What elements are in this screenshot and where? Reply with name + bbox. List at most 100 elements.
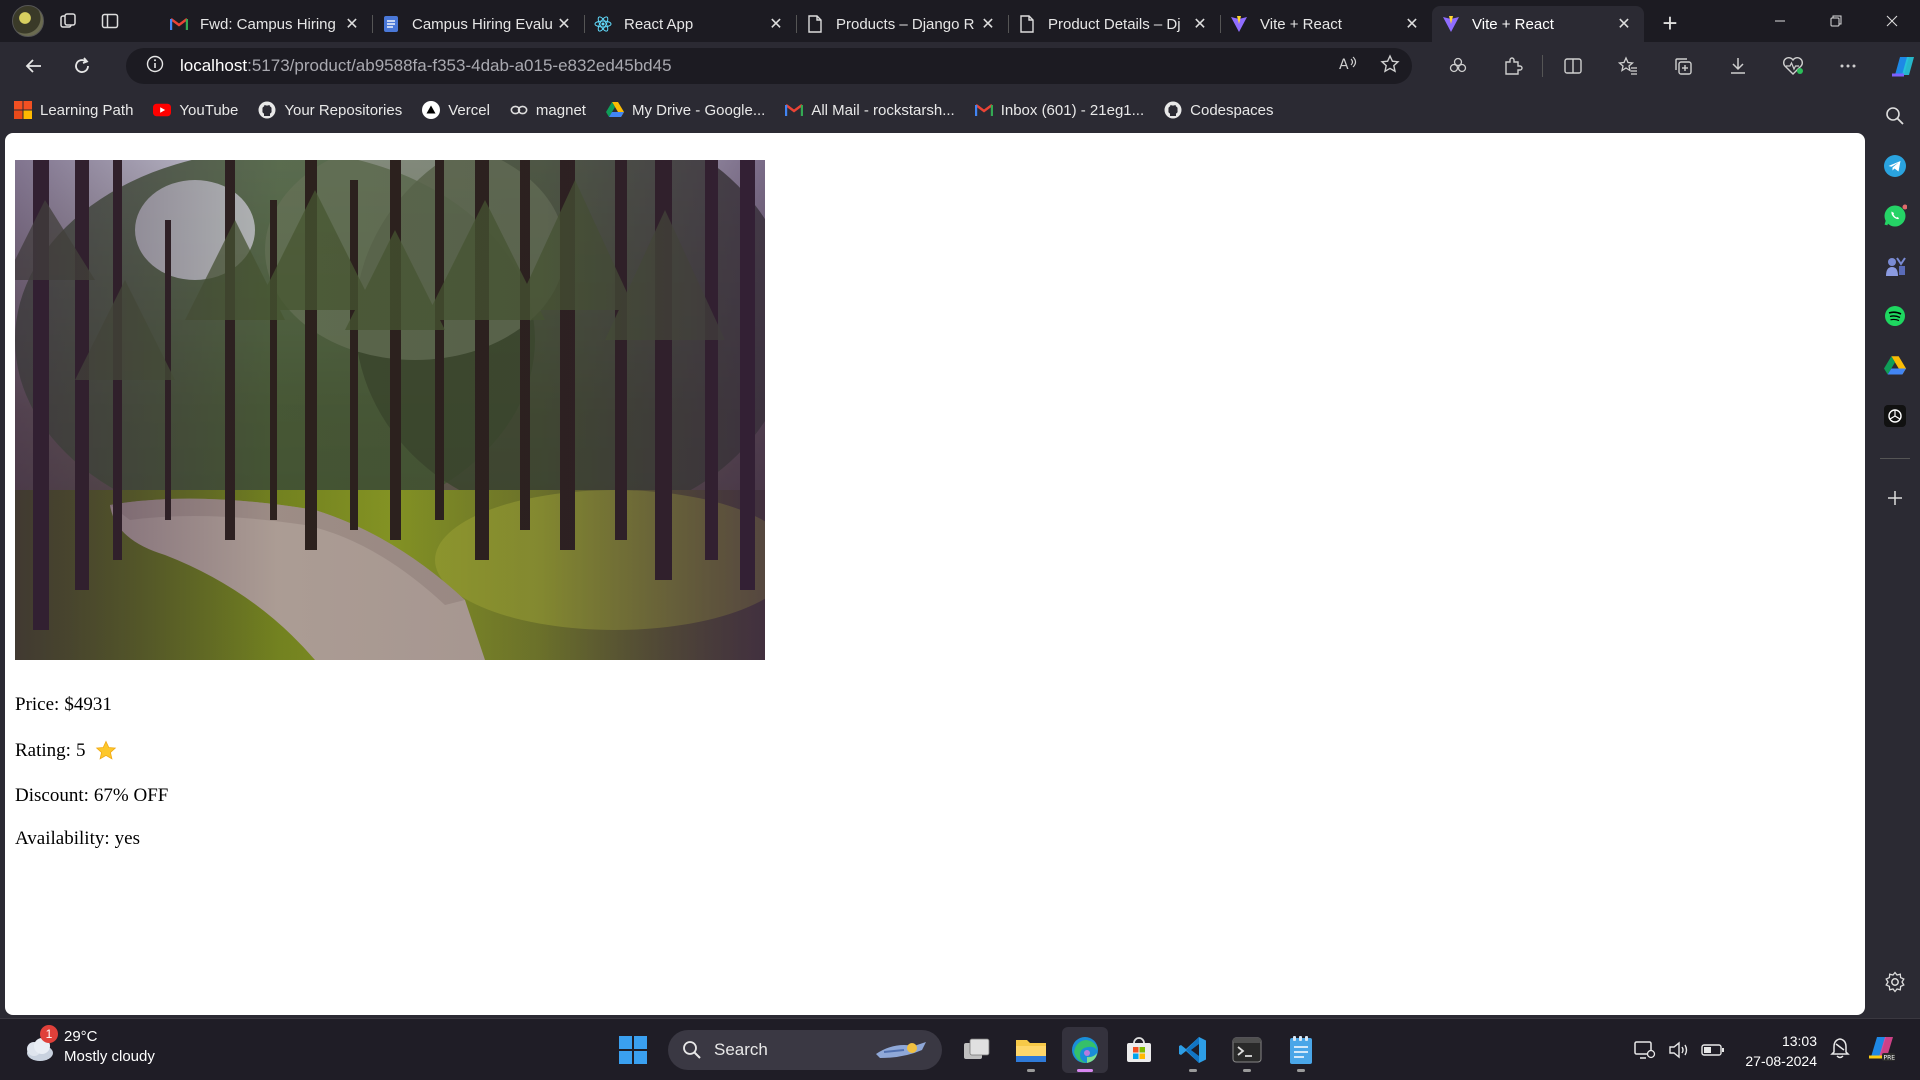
favorite-all-mail[interactable]: All Mail - rockstarsh... (785, 101, 955, 119)
tab-fwd-campus-hiring[interactable]: Fwd: Campus Hiring ✕ (160, 6, 372, 42)
spotify-icon[interactable] (1877, 298, 1913, 334)
file-explorer-icon[interactable] (1008, 1027, 1054, 1073)
discount-label: Discount: (15, 785, 89, 806)
performance-icon[interactable] (1765, 46, 1820, 86)
vite-icon (1230, 15, 1248, 33)
url-text[interactable]: localhost:5173/product/ab9588fa-f353-4da… (180, 56, 672, 76)
tab-close-icon[interactable]: ✕ (1402, 14, 1422, 34)
weather-alert-badge: 1 (40, 1025, 58, 1043)
collections-icon[interactable] (1655, 46, 1710, 86)
tab-title: Vite + React (1472, 15, 1554, 33)
tab-products-django[interactable]: Products – Django R ✕ (796, 6, 1008, 42)
telegram-icon[interactable] (1877, 148, 1913, 184)
favorites-icon[interactable] (1600, 46, 1655, 86)
vscode-icon[interactable] (1170, 1027, 1216, 1073)
terminal-icon[interactable] (1224, 1027, 1270, 1073)
extensions-icon[interactable] (1485, 46, 1540, 86)
react-icon (594, 15, 612, 33)
search-highlight-art-icon (876, 1042, 926, 1058)
workspaces-icon[interactable] (50, 5, 86, 37)
windows-logo-icon (619, 1036, 647, 1064)
browser-essentials-icon[interactable] (1430, 46, 1485, 86)
tab-close-icon[interactable]: ✕ (342, 14, 362, 34)
vertical-tabs-icon[interactable] (92, 5, 128, 37)
favorite-codespaces[interactable]: Codespaces (1164, 101, 1274, 119)
favorite-my-drive[interactable]: My Drive - Google... (605, 101, 765, 119)
favorite-vercel[interactable]: Vercel (422, 101, 490, 119)
url-host: localhost (180, 56, 248, 75)
notifications-icon[interactable] (1830, 1037, 1850, 1064)
favorite-inbox[interactable]: Inbox (601) - 21eg1... (974, 101, 1144, 119)
google-drive-icon (605, 101, 624, 119)
add-sidebar-app-icon[interactable] (1877, 480, 1913, 516)
tab-close-icon[interactable]: ✕ (554, 14, 574, 34)
sidebar-settings-icon[interactable] (1877, 964, 1913, 1000)
tab-product-details-django[interactable]: Product Details – Dj ✕ (1008, 6, 1220, 42)
downloads-icon[interactable] (1710, 46, 1765, 86)
close-window-icon[interactable] (1864, 0, 1920, 42)
favorite-learning-path[interactable]: Learning Path (14, 101, 133, 119)
copilot-taskbar-icon[interactable]: PRE (1866, 1033, 1896, 1068)
weather-widget[interactable]: 1 29°C Mostly cloudy (20, 1025, 155, 1067)
profile-avatar[interactable] (12, 5, 44, 37)
taskbar-search-box[interactable]: Search (668, 1030, 942, 1070)
notepad-icon[interactable] (1278, 1027, 1324, 1073)
favorite-your-repositories[interactable]: Your Repositories (258, 101, 402, 119)
reload-button[interactable] (62, 48, 102, 84)
start-button[interactable] (610, 1027, 656, 1073)
tab-react-app[interactable]: React App ✕ (584, 6, 796, 42)
availability-value: yes (114, 828, 140, 849)
more-options-icon[interactable] (1820, 46, 1875, 86)
chatgpt-icon[interactable] (1877, 398, 1913, 434)
tab-vite-react[interactable]: Vite + React ✕ (1220, 6, 1432, 42)
tab-list: Fwd: Campus Hiring ✕ Campus Hiring Evalu… (160, 0, 1644, 42)
price-value: $4931 (64, 694, 112, 715)
learning-path-icon (14, 101, 32, 119)
sidebar-search-icon[interactable] (1877, 98, 1913, 134)
split-screen-icon[interactable] (1545, 46, 1600, 86)
url-path: :5173/product/ab9588fa-f353-4dab-a015-e8… (247, 56, 672, 75)
copilot-icon[interactable] (1875, 46, 1920, 86)
minimize-icon[interactable] (1752, 0, 1808, 42)
volume-icon[interactable] (1664, 1035, 1694, 1065)
vercel-icon (422, 101, 441, 119)
tab-campus-hiring-evaluation[interactable]: Campus Hiring Evalu ✕ (372, 6, 584, 42)
whatsapp-icon[interactable] (1877, 198, 1913, 234)
system-tray (1630, 1027, 1728, 1073)
discount-row: Discount: 67% OFF (15, 775, 168, 817)
taskbar-clock[interactable]: 13:03 27-08-2024 (1735, 1031, 1817, 1071)
rating-value: 5 (75, 740, 86, 761)
google-drive-icon[interactable] (1877, 348, 1913, 384)
microsoft-store-icon[interactable] (1116, 1027, 1162, 1073)
github-icon (258, 101, 276, 119)
tab-vite-react-active[interactable]: Vite + React ✕ (1432, 6, 1644, 42)
battery-icon[interactable] (1698, 1035, 1728, 1065)
tab-close-icon[interactable]: ✕ (978, 14, 998, 34)
rating-label: Rating: (15, 740, 71, 761)
availability-label: Availability: (15, 828, 110, 849)
tab-title: React App (624, 15, 694, 33)
cloudy-weather-icon: 1 (20, 1025, 58, 1065)
read-aloud-icon[interactable]: A (1338, 54, 1358, 79)
favorite-youtube[interactable]: YouTube (153, 101, 238, 119)
magnet-icon (510, 101, 528, 119)
tab-strip: Fwd: Campus Hiring ✕ Campus Hiring Evalu… (0, 0, 1920, 42)
youtube-icon (153, 101, 172, 119)
favorite-label: Codespaces (1190, 101, 1274, 119)
address-bar[interactable]: localhost:5173/product/ab9588fa-f353-4da… (126, 48, 1412, 84)
tab-close-icon[interactable]: ✕ (1190, 14, 1210, 34)
new-tab-button[interactable]: + (1650, 5, 1690, 41)
back-button[interactable] (14, 48, 54, 84)
favorite-star-icon[interactable] (1380, 53, 1400, 79)
task-view-icon[interactable] (954, 1027, 1000, 1073)
site-info-icon[interactable] (146, 55, 164, 78)
price-label: Price: (15, 694, 60, 715)
games-icon[interactable] (1877, 248, 1913, 284)
network-icon[interactable] (1630, 1035, 1660, 1065)
windows-taskbar: 1 29°C Mostly cloudy Search 13:03 27-08-… (0, 1018, 1920, 1080)
tab-close-icon[interactable]: ✕ (1614, 14, 1634, 34)
restore-icon[interactable] (1808, 0, 1864, 42)
tab-close-icon[interactable]: ✕ (766, 14, 786, 34)
edge-browser-icon[interactable] (1062, 1027, 1108, 1073)
favorite-magnet[interactable]: magnet (510, 101, 586, 119)
